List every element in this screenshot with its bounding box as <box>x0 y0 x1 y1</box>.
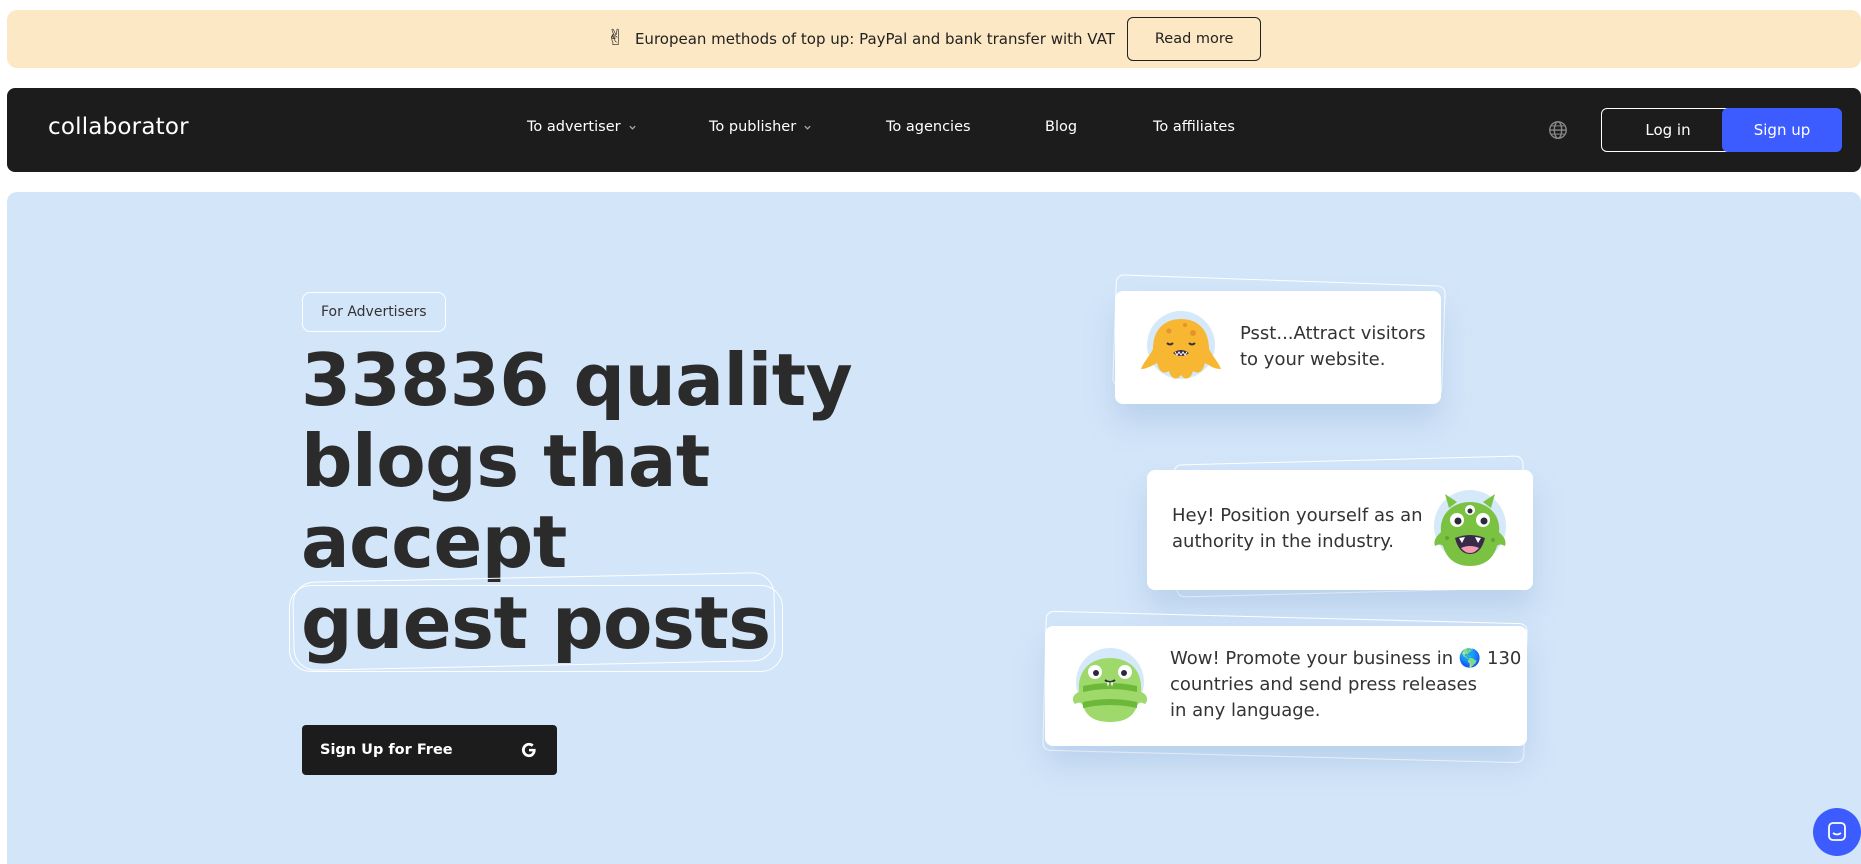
page: ✌ European methods of top up: PayPal and… <box>0 0 1861 864</box>
card-text-line: to your website. <box>1240 349 1386 370</box>
promo-text: European methods of top up: PayPal and b… <box>634 30 1115 48</box>
headline-boxed-text: guest posts <box>289 571 783 672</box>
headline-line: blogs that <box>301 419 710 503</box>
card-text: Wow! Promote your business in 🌎 130 coun… <box>1170 646 1521 724</box>
orange-octopus-mascot-icon <box>1141 311 1221 379</box>
nav-item-label: To affiliates <box>1153 119 1235 135</box>
feature-card: Hey! Position yourself as an authority i… <box>1147 470 1533 590</box>
nav-item-to-agencies[interactable]: To agencies <box>886 119 971 135</box>
nav-item-label: To advertiser <box>527 119 621 135</box>
read-more-button[interactable]: Read more <box>1126 17 1262 61</box>
chat-icon <box>1828 822 1846 841</box>
promo-banner: ✌ European methods of top up: PayPal and… <box>7 10 1861 68</box>
nav-item-label: To publisher <box>709 119 797 135</box>
card-text: Hey! Position yourself as an authority i… <box>1172 503 1423 555</box>
nav-item-blog[interactable]: Blog <box>1045 119 1077 135</box>
card-text-line: in any language. <box>1170 700 1321 721</box>
card-text-line: Hey! Position yourself as an <box>1172 505 1423 526</box>
nav-item-to-publisher[interactable]: To publisher <box>709 119 812 135</box>
headline-line: 33836 quality <box>301 338 853 422</box>
nav-item-to-affiliates[interactable]: To affiliates <box>1153 119 1235 135</box>
headline-line: accept <box>301 500 567 584</box>
nav-item-label: Blog <box>1045 119 1078 135</box>
signup-button[interactable]: Sign up <box>1722 108 1842 152</box>
card-text-line: Wow! Promote your business in 🌎 130 <box>1170 648 1522 669</box>
audience-pill: For Advertisers <box>302 292 446 332</box>
card-text-line: Psst...Attract visitors <box>1240 323 1426 344</box>
nav-item-to-advertiser[interactable]: To advertiser <box>527 119 637 135</box>
victory-hand-icon: ✌ <box>606 26 625 51</box>
green-three-eyed-monster-mascot-icon <box>1434 490 1506 566</box>
login-button[interactable]: Log in <box>1601 108 1735 152</box>
feature-card: Wow! Promote your business in 🌎 130 coun… <box>1045 626 1527 746</box>
card-text-line: countries and send press releases <box>1170 674 1477 695</box>
cta-label: Sign Up for Free <box>320 742 453 758</box>
chevron-down-icon <box>628 125 636 130</box>
hero-section: For Advertisers 33836 quality blogs that… <box>7 192 1861 864</box>
hero-headline: 33836 quality blogs that accept guest po… <box>289 338 1001 672</box>
highlight-frame <box>292 571 776 672</box>
google-icon <box>521 742 536 758</box>
globe-icon[interactable] <box>1547 119 1569 141</box>
signup-free-button[interactable]: Sign Up for Free <box>302 725 557 775</box>
green-striped-monster-mascot-icon <box>1072 648 1148 722</box>
headline-highlight: guest posts <box>289 571 1001 672</box>
nav-links: To advertiser To publisher To agencies B… <box>7 88 1861 172</box>
card-text-line: authority in the industry. <box>1172 531 1395 552</box>
nav-item-label: To agencies <box>886 119 971 135</box>
chat-launcher-button[interactable] <box>1813 808 1861 856</box>
card-text: Psst...Attract visitors to your website. <box>1240 321 1426 373</box>
top-nav: collaborator To advertiser To publisher … <box>7 88 1861 172</box>
feature-card: Psst...Attract visitors to your website. <box>1115 291 1441 404</box>
chevron-down-icon <box>804 125 811 130</box>
